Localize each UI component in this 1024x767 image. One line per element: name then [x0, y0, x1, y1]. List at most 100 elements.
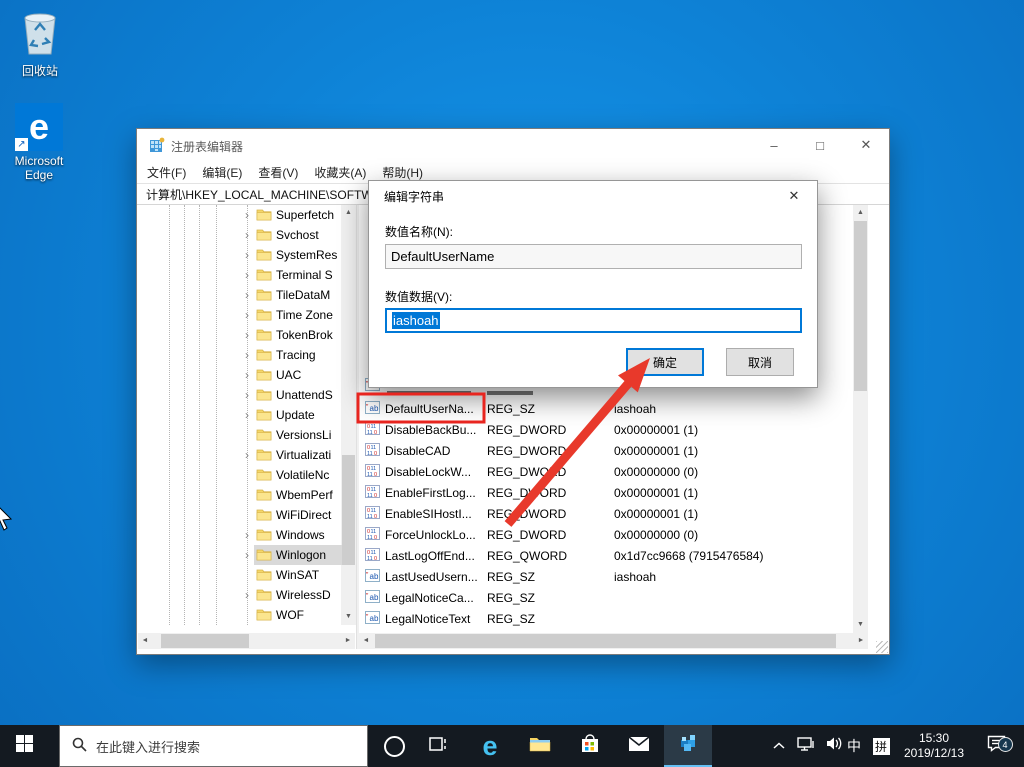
scroll-down-icon[interactable]: ▼ — [853, 618, 868, 632]
list-vertical-scrollbar[interactable]: ▲ ▼ — [853, 205, 868, 633]
scroll-left-icon[interactable]: ◄ — [361, 634, 371, 648]
scroll-down-icon[interactable]: ▼ — [341, 610, 356, 624]
ime-language-button[interactable]: 中 — [840, 725, 868, 767]
registry-value-row-defaultuserna-[interactable]: ”abDefaultUserNa...REG_SZiashoah — [359, 398, 868, 419]
tree-item-winlogon[interactable]: ›Winlogon — [137, 545, 356, 565]
tray-expand-button[interactable] — [766, 725, 792, 767]
chevron-right-icon[interactable]: › — [241, 548, 253, 562]
minimize-button[interactable]: – — [751, 129, 797, 161]
chevron-right-icon[interactable]: › — [241, 268, 253, 282]
tree-horizontal-scrollbar[interactable]: ◄ ► — [138, 633, 355, 649]
registry-value-row-disablelockw-[interactable]: 011110DisableLockW...REG_DWORD0x00000000… — [359, 461, 868, 482]
menu-favorites[interactable]: 收藏夹(A) — [314, 164, 366, 181]
scroll-right-icon[interactable]: ► — [343, 634, 353, 648]
registry-value-row-legalnoticetext[interactable]: ”abLegalNoticeTextREG_SZ — [359, 608, 868, 629]
tree-item-wbemperf[interactable]: WbemPerf — [137, 485, 356, 505]
chevron-right-icon[interactable]: › — [241, 348, 253, 362]
registry-value-row-disablebackbu-[interactable]: 011110DisableBackBu...REG_DWORD0x0000000… — [359, 419, 868, 440]
chevron-right-icon[interactable]: › — [241, 228, 253, 242]
scrollbar-thumb[interactable] — [342, 455, 355, 565]
registry-value-row-enablefirstlog-[interactable]: 011110EnableFirstLog...REG_DWORD0x000000… — [359, 482, 868, 503]
taskbar-regedit-button[interactable] — [664, 725, 712, 767]
scroll-up-icon[interactable]: ▲ — [341, 206, 356, 220]
tree-item-wof[interactable]: WOF — [137, 605, 356, 625]
registry-value-row-lastusedusern-[interactable]: ”abLastUsedUsern...REG_SZiashoah — [359, 566, 868, 587]
tree-item-systemres[interactable]: ›SystemRes — [137, 245, 356, 265]
regedit-titlebar[interactable]: 注册表编辑器 – □ ✕ — [137, 129, 889, 161]
desktop-icon-microsoft-edge[interactable]: e ↗ Microsoft Edge — [1, 103, 77, 182]
menu-edit[interactable]: 编辑(E) — [202, 164, 242, 181]
chevron-right-icon[interactable]: › — [241, 288, 253, 302]
chevron-right-icon[interactable]: › — [241, 408, 253, 422]
tree-item-wirelessd[interactable]: ›WirelessD — [137, 585, 356, 605]
tree-item-versionsli[interactable]: VersionsLi — [137, 425, 356, 445]
scrollbar-thumb[interactable] — [854, 221, 867, 391]
tree-item-windows[interactable]: ›Windows — [137, 525, 356, 545]
taskbar-edge-button[interactable]: e — [466, 725, 514, 767]
registry-tree-pane[interactable]: ›Superfetch›Svchost›SystemRes›Terminal S… — [137, 205, 356, 633]
tree-item-uac[interactable]: ›UAC — [137, 365, 356, 385]
tree-item-superfetch[interactable]: ›Superfetch — [137, 205, 356, 225]
registry-value-row-forceunlocklo-[interactable]: 011110ForceUnlockLo...REG_DWORD0x0000000… — [359, 524, 868, 545]
network-tray-button[interactable] — [792, 725, 820, 767]
dialog-close-button[interactable]: ✕ — [771, 181, 817, 210]
registry-value-row-legalnoticeca-[interactable]: ”abLegalNoticeCa...REG_SZ — [359, 587, 868, 608]
menu-view[interactable]: 查看(V) — [258, 164, 298, 181]
folder-icon — [256, 448, 272, 464]
tree-item-volatilenc[interactable]: VolatileNc — [137, 465, 356, 485]
chevron-right-icon[interactable]: › — [241, 388, 253, 402]
taskbar-explorer-button[interactable] — [516, 725, 564, 767]
tree-item-svchost[interactable]: ›Svchost — [137, 225, 356, 245]
tree-item-tiledatam[interactable]: ›TileDataM — [137, 285, 356, 305]
cancel-button[interactable]: 取消 — [726, 348, 794, 376]
cortana-button[interactable] — [372, 725, 416, 767]
scrollbar-thumb[interactable] — [375, 634, 836, 648]
scroll-right-icon[interactable]: ► — [856, 634, 866, 648]
scroll-left-icon[interactable]: ◄ — [140, 634, 150, 648]
regedit-app-icon — [149, 137, 165, 158]
maximize-button[interactable]: □ — [797, 129, 843, 161]
ime-mode-button[interactable]: 拼 — [868, 725, 894, 767]
action-center-button[interactable]: 4 — [978, 725, 1014, 767]
registry-value-row-enablesihosti-[interactable]: 011110EnableSIHostI...REG_DWORD0x0000000… — [359, 503, 868, 524]
tree-item-terminal-s[interactable]: ›Terminal S — [137, 265, 356, 285]
scroll-up-icon[interactable]: ▲ — [853, 206, 868, 220]
menu-help[interactable]: 帮助(H) — [382, 164, 423, 181]
taskbar-mail-button[interactable] — [616, 725, 662, 767]
menu-file[interactable]: 文件(F) — [147, 164, 186, 181]
taskbar-store-button[interactable] — [566, 725, 614, 767]
taskbar-search-input[interactable]: 在此键入进行搜索 — [59, 725, 368, 767]
chevron-right-icon[interactable]: › — [241, 308, 253, 322]
tree-item-winsat[interactable]: WinSAT — [137, 565, 356, 585]
value-name: LastLogOffEnd... — [385, 549, 503, 563]
tree-item-virtualizati[interactable]: ›Virtualizati — [137, 445, 356, 465]
chevron-right-icon[interactable]: › — [241, 528, 253, 542]
chevron-right-icon[interactable]: › — [241, 328, 253, 342]
chevron-right-icon[interactable]: › — [241, 208, 253, 222]
resize-grip[interactable] — [876, 641, 888, 653]
tree-item-wifidirect[interactable]: WiFiDirect — [137, 505, 356, 525]
desktop-icon-recycle-bin[interactable]: 回收站 — [2, 8, 78, 78]
list-horizontal-scrollbar[interactable]: ◄ ► — [359, 633, 868, 649]
start-button[interactable] — [0, 725, 48, 767]
chevron-right-icon[interactable]: › — [241, 588, 253, 602]
ok-button[interactable]: 确定 — [626, 348, 704, 376]
tree-item-tracing[interactable]: ›Tracing — [137, 345, 356, 365]
task-view-button[interactable] — [416, 725, 460, 767]
tree-item-tokenbrok[interactable]: ›TokenBrok — [137, 325, 356, 345]
tree-vertical-scrollbar[interactable]: ▲ ▼ — [341, 205, 356, 625]
registry-value-row-lastlogoffend-[interactable]: 011110LastLogOffEnd...REG_QWORD0x1d7cc96… — [359, 545, 868, 566]
folder-icon — [256, 488, 272, 504]
close-button[interactable]: ✕ — [843, 129, 889, 161]
value-name-field[interactable]: DefaultUserName — [385, 244, 802, 269]
tree-item-time-zone[interactable]: ›Time Zone — [137, 305, 356, 325]
scrollbar-thumb[interactable] — [161, 634, 249, 648]
taskbar-clock[interactable]: 15:30 2019/12/13 — [896, 725, 972, 767]
chevron-right-icon[interactable]: › — [241, 448, 253, 462]
registry-value-row-disablecad[interactable]: 011110DisableCADREG_DWORD0x00000001 (1) — [359, 440, 868, 461]
tree-item-update[interactable]: ›Update — [137, 405, 356, 425]
chevron-right-icon[interactable]: › — [241, 368, 253, 382]
tree-item-unattends[interactable]: ›UnattendS — [137, 385, 356, 405]
value-data-field[interactable]: iashoah — [385, 308, 802, 333]
chevron-right-icon[interactable]: › — [241, 248, 253, 262]
